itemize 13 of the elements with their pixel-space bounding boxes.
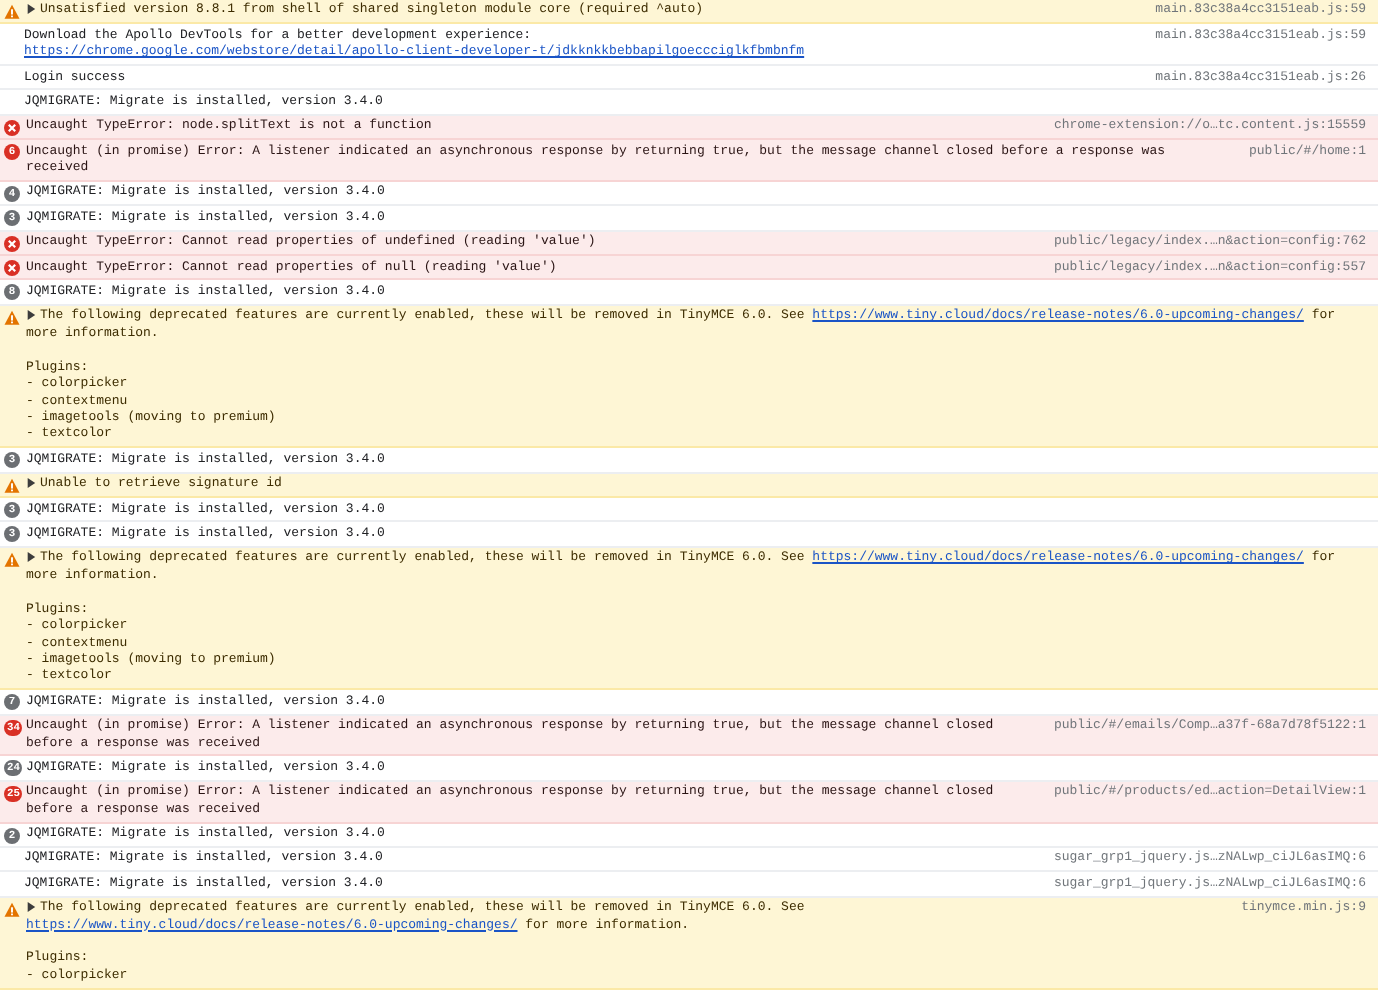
expand-arrow-icon[interactable] [26, 3, 36, 14]
expand-arrow-icon[interactable] [26, 551, 36, 562]
expand-arrow-icon[interactable] [26, 477, 36, 488]
warning-icon [4, 901, 20, 918]
warning-icon [4, 309, 20, 326]
error-icon [4, 260, 20, 277]
error-icon [4, 235, 20, 252]
expand-arrow-icon[interactable] [26, 901, 36, 912]
warning-icon [4, 551, 20, 568]
expand-arrow-icon[interactable] [26, 309, 36, 320]
warning-icon [4, 477, 20, 494]
warning-icon [4, 3, 20, 20]
error-icon [4, 119, 20, 136]
